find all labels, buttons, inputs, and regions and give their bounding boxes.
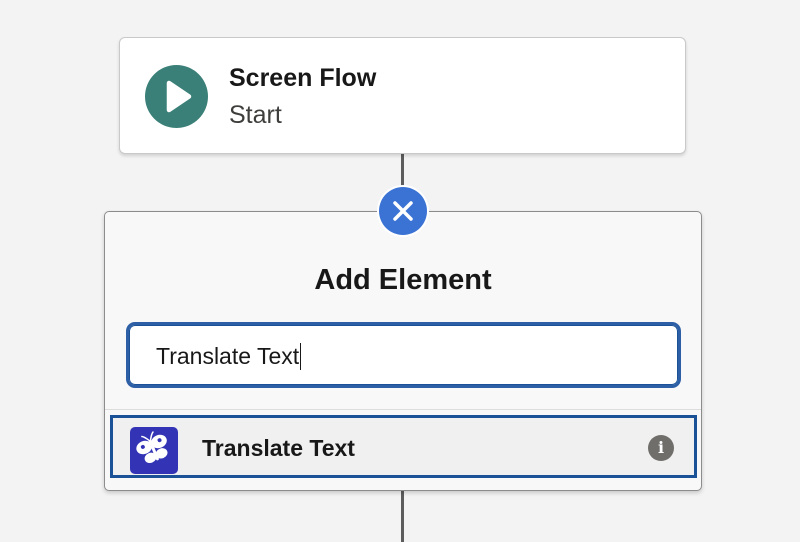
divider bbox=[105, 409, 701, 410]
close-icon bbox=[393, 201, 413, 221]
result-item-label: Translate Text bbox=[202, 435, 355, 461]
text-cursor bbox=[300, 343, 302, 370]
close-button[interactable] bbox=[379, 187, 427, 235]
search-input[interactable]: Translate Text bbox=[126, 322, 681, 388]
butterfly-icon bbox=[130, 427, 178, 474]
info-icon[interactable]: i bbox=[648, 435, 674, 461]
flow-connector-bottom bbox=[401, 490, 404, 542]
result-item-translate-text[interactable]: Translate Text i bbox=[110, 415, 697, 478]
panel-title: Add Element bbox=[314, 264, 492, 296]
search-input-value: Translate Text bbox=[156, 343, 302, 370]
start-node-card[interactable]: Screen Flow Start bbox=[119, 37, 686, 154]
add-element-panel: Add Element Translate Text Translate Tex… bbox=[104, 211, 702, 491]
start-node-title: Screen Flow bbox=[229, 64, 377, 92]
start-node-subtitle: Start bbox=[229, 101, 282, 129]
play-icon bbox=[145, 65, 208, 128]
